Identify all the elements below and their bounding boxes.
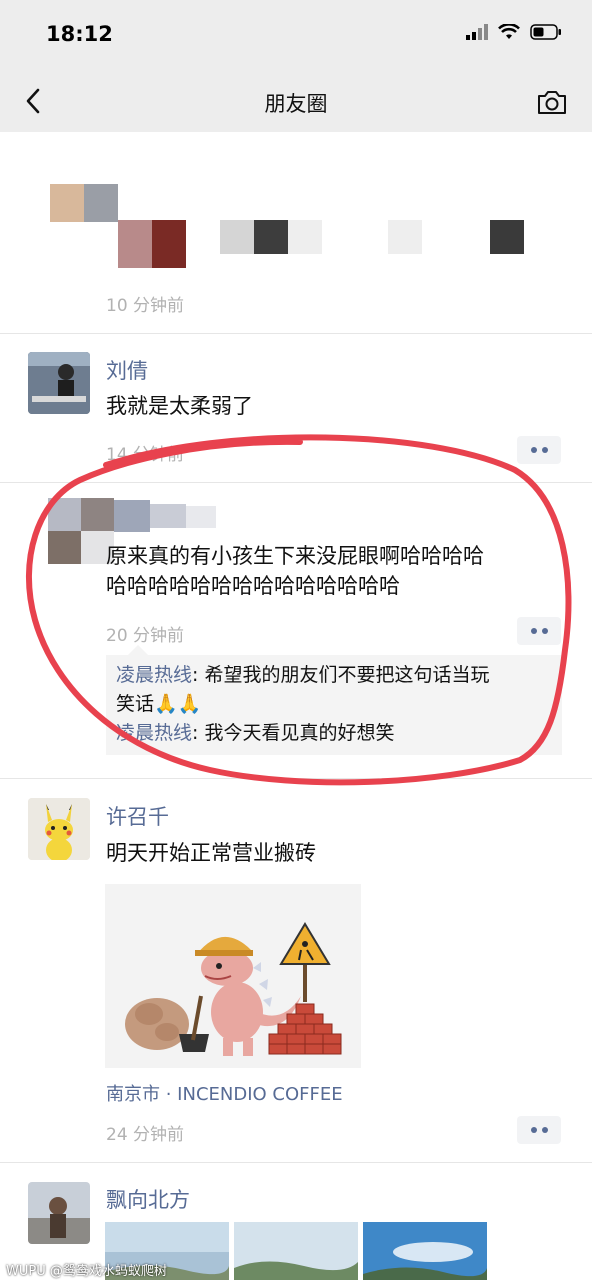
more-actions-button[interactable]	[517, 617, 561, 645]
blurred-author-name	[114, 500, 220, 532]
status-icons	[466, 24, 562, 40]
divider	[0, 482, 592, 483]
blurred-avatar	[50, 184, 120, 222]
comment-author[interactable]: 凌晨热线	[116, 722, 192, 744]
avatar[interactable]	[28, 1182, 90, 1244]
comment-separator: :	[192, 664, 205, 686]
comment-text-line-1: 希望我的朋友们不要把这句话当玩	[204, 664, 490, 686]
comment-pointer	[128, 645, 148, 655]
comment-text-line-2: 笑话🙏🙏	[116, 693, 202, 715]
post-text-line-1: 原来真的有小孩生下来没屁眼啊哈哈哈哈	[106, 544, 484, 568]
watermark: WUPU @鸳鸯戏水蚂蚁爬树	[6, 1264, 167, 1279]
dot-icon	[530, 1127, 537, 1133]
post-author-name[interactable]: 许召千	[106, 801, 169, 831]
signal-icon	[466, 24, 488, 40]
avatar-photo-icon	[28, 1182, 90, 1244]
dinosaur-construction-sticker-icon	[125, 922, 342, 1056]
post-timestamp: 10 分钟前	[106, 296, 185, 316]
post-image[interactable]	[105, 884, 361, 1068]
avatar[interactable]	[28, 798, 90, 860]
camera-icon[interactable]	[536, 88, 568, 116]
battery-icon	[530, 24, 561, 40]
comment-list: 凌晨热线: 希望我的朋友们不要把这句话当玩 笑话🙏🙏 凌晨热线: 我今天看见真的…	[106, 645, 562, 755]
status-time: 18:12	[46, 22, 113, 46]
post-author-name[interactable]: 刘倩	[106, 355, 148, 385]
dot-icon	[530, 628, 537, 634]
landscape-photo-icon	[363, 1222, 487, 1280]
comment-text: 我今天看见真的好想笑	[204, 722, 395, 744]
post-timestamp: 14 分钟前	[106, 445, 185, 465]
post-location[interactable]: 南京市 · INCENDIO COFFEE	[106, 1080, 343, 1106]
landscape-photo-icon	[234, 1222, 358, 1280]
comment-item[interactable]: 凌晨热线: 希望我的朋友们不要把这句话当玩 笑话🙏🙏	[116, 661, 552, 719]
post-timestamp: 24 分钟前	[106, 1125, 185, 1145]
post-timestamp: 20 分钟前	[106, 626, 185, 646]
divider	[0, 778, 592, 779]
blurred-content	[106, 218, 566, 270]
dot-icon	[530, 447, 537, 453]
page-title: 朋友圈	[264, 92, 328, 116]
pikachu-avatar-icon	[28, 798, 90, 860]
dot-icon	[541, 447, 548, 453]
nav-bar: 朋友圈	[0, 70, 592, 132]
comment-separator: :	[192, 722, 205, 744]
wifi-icon	[498, 24, 520, 39]
post-text-line-2: 哈哈哈哈哈哈哈哈哈哈哈哈哈哈	[106, 574, 400, 598]
divider	[0, 333, 592, 334]
avatar-photo-icon	[28, 352, 90, 414]
more-actions-button[interactable]	[517, 436, 561, 464]
post-image[interactable]	[363, 1222, 487, 1280]
blurred-avatar	[48, 498, 114, 564]
comment-author[interactable]: 凌晨热线	[116, 664, 192, 686]
post-text: 我就是太柔弱了	[106, 394, 253, 418]
dot-icon	[541, 628, 548, 634]
dot-icon	[541, 1127, 548, 1133]
post-author-name[interactable]: 飘向北方	[106, 1184, 190, 1214]
post-text: 明天开始正常营业搬砖	[106, 841, 316, 865]
divider	[0, 1162, 592, 1163]
avatar[interactable]	[28, 352, 90, 414]
post-image[interactable]	[234, 1222, 358, 1280]
more-actions-button[interactable]	[517, 1116, 561, 1144]
comment-item[interactable]: 凌晨热线: 我今天看见真的好想笑	[116, 719, 552, 748]
status-bar: 18:12	[0, 0, 592, 70]
